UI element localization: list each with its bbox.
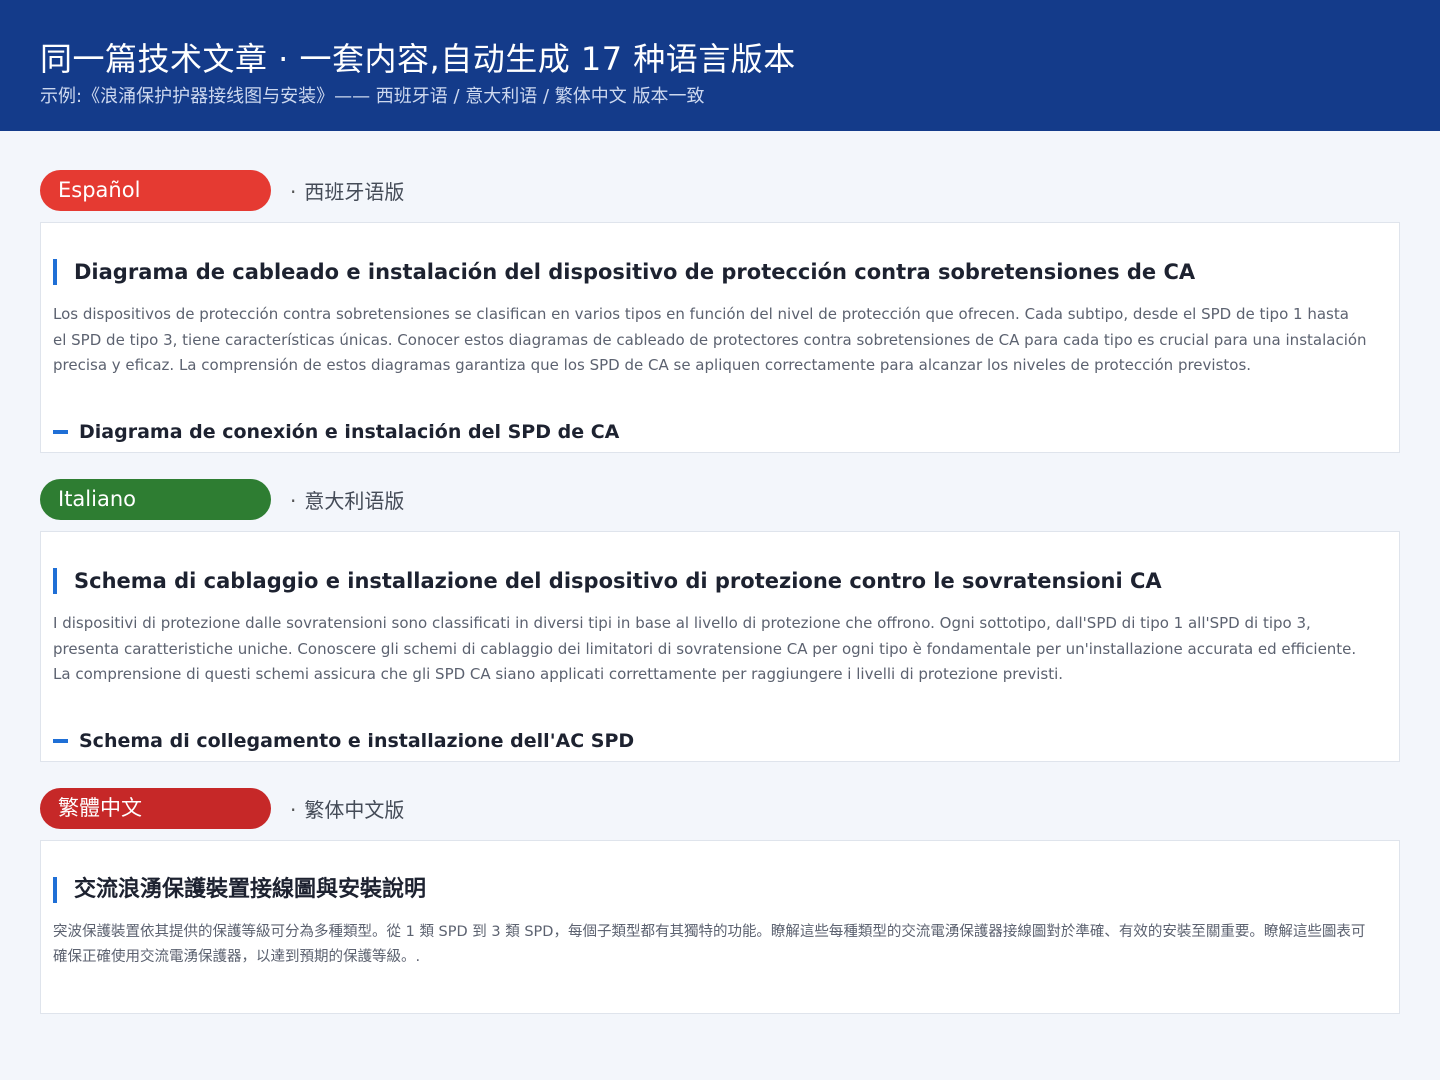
article-body: I dispositivi di protezione dalle sovrat…: [53, 614, 1357, 683]
article-card: 交流浪湧保護裝置接線圖與安裝說明 突波保護裝置依其提供的保護等級可分為多種類型。…: [40, 840, 1400, 1014]
page-title: 同一篇技术文章 · 一套内容,自动生成 17 种语言版本: [40, 40, 796, 78]
language-note: · 繁体中文版: [290, 788, 404, 829]
language-note: · 意大利语版: [290, 479, 404, 520]
article-title: Schema di cablaggio e installazione del …: [53, 568, 1387, 594]
article-card: Schema di cablaggio e installazione del …: [40, 531, 1400, 762]
language-note-label: 西班牙语版: [304, 180, 405, 204]
article-body: 突波保護裝置依其提供的保護等級可分為多種類型。從 1 類 SPD 到 3 類 S…: [53, 924, 1366, 965]
language-row: Español · 西班牙语版: [40, 170, 1400, 211]
language-note: · 西班牙语版: [290, 170, 404, 211]
bullet-dot: ·: [290, 489, 297, 513]
article-body: Los dispositivos de protección contra so…: [53, 305, 1367, 374]
article-title: Diagrama de cableado e instalación del d…: [53, 259, 1387, 285]
language-pill-traditional-chinese: 繁體中文: [40, 788, 271, 829]
language-row: Italiano · 意大利语版: [40, 479, 1400, 520]
article-title: 交流浪湧保護裝置接線圖與安裝說明: [53, 877, 1387, 903]
subheading-dash: [53, 739, 68, 743]
bullet-dot: ·: [290, 180, 297, 204]
article-subheading-label: Schema di collegamento e installazione d…: [79, 730, 635, 752]
language-note-label: 意大利语版: [304, 489, 405, 513]
article-card: Diagrama de cableado e instalación del d…: [40, 222, 1400, 453]
article-subheading-label: Diagrama de conexión e instalación del S…: [79, 421, 620, 443]
article-subheading: Schema di collegamento e installazione d…: [53, 728, 634, 754]
language-note-label: 繁体中文版: [304, 798, 405, 822]
page-header: 同一篇技术文章 · 一套内容,自动生成 17 种语言版本 示例:《浪涌保护护器接…: [0, 0, 1440, 131]
language-pill-italian: Italiano: [40, 479, 271, 520]
article-subheading: Diagrama de conexión e instalación del S…: [53, 419, 619, 445]
language-pill-spanish: Español: [40, 170, 271, 211]
language-row: 繁體中文 · 繁体中文版: [40, 788, 1400, 829]
subheading-dash: [53, 430, 68, 434]
bullet-dot: ·: [290, 798, 297, 822]
page-subtitle: 示例:《浪涌保护护器接线图与安装》—— 西班牙语 / 意大利语 / 繁体中文 版…: [40, 86, 705, 107]
